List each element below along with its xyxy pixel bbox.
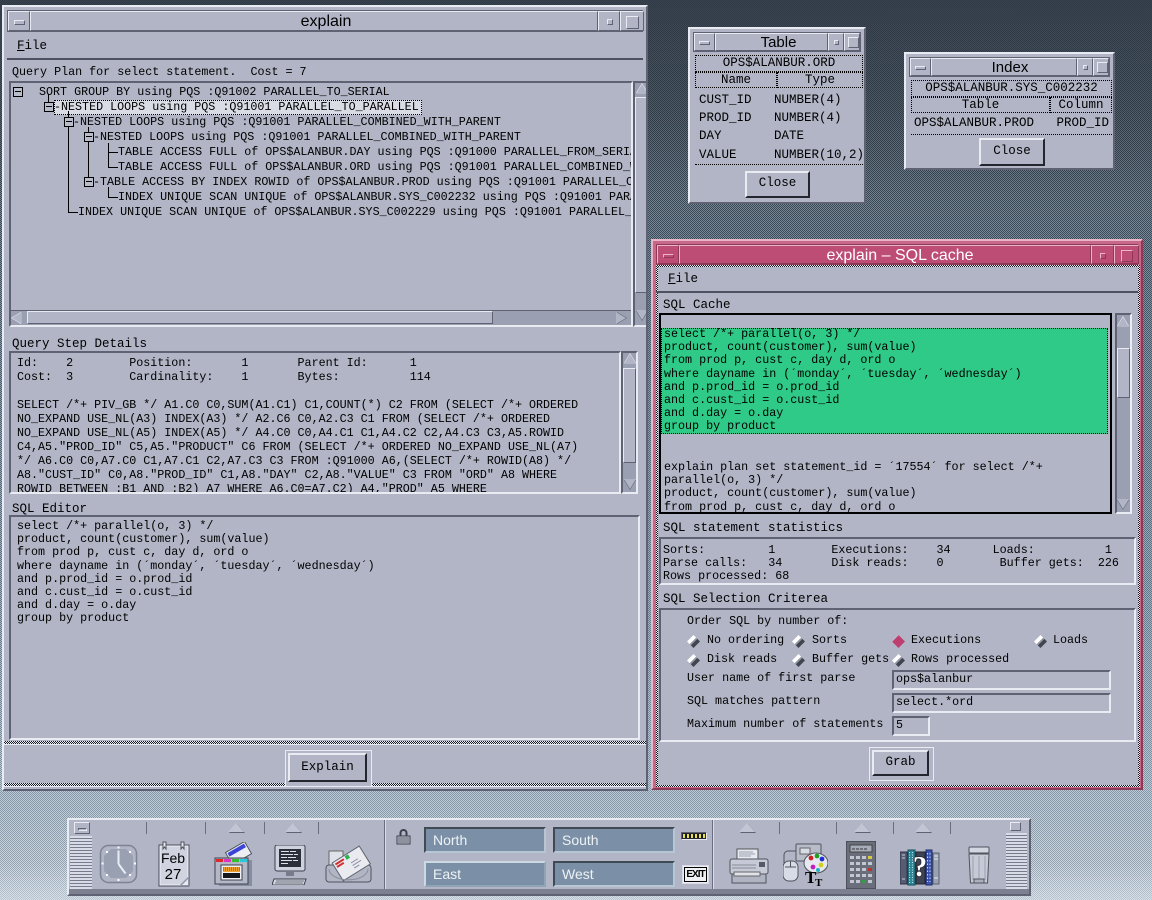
svg-text:27: 27 (165, 866, 182, 883)
svg-text:T: T (815, 877, 823, 886)
svg-text:Feb: Feb (161, 850, 185, 866)
